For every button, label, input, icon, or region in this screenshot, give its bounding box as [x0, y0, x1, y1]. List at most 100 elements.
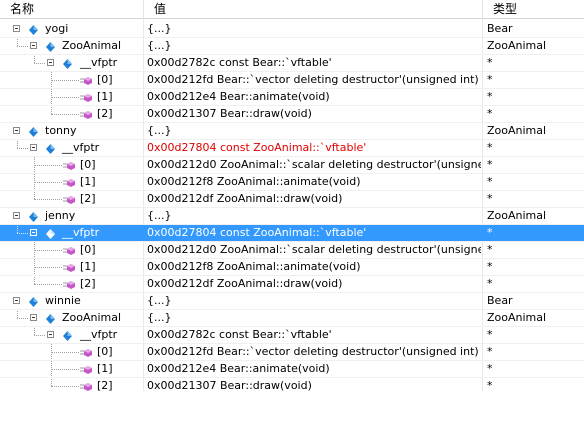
value-cell[interactable]: 0x00d212d0 ZooAnimal::`scalar deleting d…: [147, 157, 481, 173]
watch-row[interactable]: tonny {...} ZooAnimal: [0, 123, 584, 140]
object-diamond-icon: [29, 24, 38, 35]
header-divider[interactable]: [143, 0, 144, 19]
type-cell: ZooAnimal: [487, 209, 547, 222]
watch-row[interactable]: [2] 0x00d212df ZooAnimal::draw(void) *: [0, 191, 584, 208]
collapse-minus-icon[interactable]: [47, 59, 54, 66]
header-value[interactable]: 值: [144, 0, 483, 18]
variable-name: __vfptr: [80, 56, 118, 69]
variable-name: [0]: [97, 73, 113, 86]
watch-row[interactable]: [0] 0x00d212d0 ZooAnimal::`scalar deleti…: [0, 242, 584, 259]
name-cell: ZooAnimal: [0, 38, 143, 54]
value-cell[interactable]: 0x00d212fd Bear::`vector deleting destru…: [147, 344, 481, 360]
watch-row[interactable]: __vfptr 0x00d2782c const Bear::`vftable'…: [0, 55, 584, 72]
type-cell: *: [487, 345, 493, 358]
watch-row[interactable]: ZooAnimal {...} ZooAnimal: [0, 310, 584, 327]
type-cell: *: [487, 73, 493, 86]
watch-row[interactable]: [2] 0x00d21307 Bear::draw(void) *: [0, 106, 584, 123]
name-cell: ZooAnimal: [0, 310, 143, 326]
collapse-minus-icon[interactable]: [30, 314, 37, 321]
value-cell[interactable]: 0x00d212df ZooAnimal::draw(void): [147, 191, 481, 207]
watch-row[interactable]: [1] 0x00d212e4 Bear::animate(void) *: [0, 361, 584, 378]
watch-row[interactable]: [1] 0x00d212e4 Bear::animate(void) *: [0, 89, 584, 106]
variable-name: [1]: [97, 362, 113, 375]
variable-name: ZooAnimal: [62, 311, 122, 324]
watch-row[interactable]: __vfptr 0x00d27804 const ZooAnimal::`vft…: [0, 140, 584, 157]
collapse-minus-icon[interactable]: [13, 297, 20, 304]
value-cell[interactable]: {...}: [147, 310, 481, 326]
value-cell[interactable]: 0x00d212f8 ZooAnimal::animate(void): [147, 259, 481, 275]
column-header: 名称 值 类型: [0, 0, 584, 19]
object-diamond-icon: [29, 296, 38, 307]
type-cell: ZooAnimal: [487, 39, 547, 52]
collapse-minus-icon[interactable]: [13, 212, 20, 219]
collapse-minus-icon[interactable]: [13, 127, 20, 134]
watch-row[interactable]: yogi {...} Bear: [0, 21, 584, 38]
watch-row[interactable]: __vfptr 0x00d2782c const Bear::`vftable'…: [0, 327, 584, 344]
name-cell: tonny: [0, 123, 143, 139]
value-cell[interactable]: 0x00d21307 Bear::draw(void): [147, 106, 481, 122]
value-cell[interactable]: 0x00d2782c const Bear::`vftable': [147, 55, 481, 71]
variable-name: [0]: [97, 345, 113, 358]
method-cube-icon: [80, 364, 92, 374]
watch-row[interactable]: [0] 0x00d212d0 ZooAnimal::`scalar deleti…: [0, 157, 584, 174]
watch-row[interactable]: [1] 0x00d212f8 ZooAnimal::animate(void) …: [0, 259, 584, 276]
value-cell[interactable]: 0x00d212e4 Bear::animate(void): [147, 361, 481, 377]
variable-name: jenny: [45, 209, 76, 222]
variable-name: [1]: [97, 90, 113, 103]
value-cell[interactable]: {...}: [147, 123, 481, 139]
object-diamond-icon: [46, 313, 55, 324]
collapse-minus-icon[interactable]: [30, 144, 37, 151]
watch-row[interactable]: ZooAnimal {...} ZooAnimal: [0, 38, 584, 55]
value-cell[interactable]: 0x00d2782c const Bear::`vftable': [147, 327, 481, 343]
method-cube-icon: [63, 245, 75, 255]
object-diamond-icon: [29, 211, 38, 222]
header-name[interactable]: 名称: [0, 0, 143, 18]
value-cell[interactable]: {...}: [147, 208, 481, 224]
watch-rows: yogi {...} Bear ZooAnimal {...} ZooAnima…: [0, 21, 584, 395]
header-type[interactable]: 类型: [483, 0, 584, 18]
watch-row[interactable]: winnie {...} Bear: [0, 293, 584, 310]
type-cell: *: [487, 56, 493, 69]
value-cell[interactable]: {...}: [147, 21, 481, 37]
name-cell: __vfptr: [0, 327, 143, 343]
variable-name: __vfptr: [62, 141, 100, 154]
object-diamond-icon: [46, 41, 55, 52]
watch-row[interactable]: [2] 0x00d212df ZooAnimal::draw(void) *: [0, 276, 584, 293]
value-cell[interactable]: 0x00d212df ZooAnimal::draw(void): [147, 276, 481, 292]
watch-row[interactable]: [1] 0x00d212f8 ZooAnimal::animate(void) …: [0, 174, 584, 191]
variable-name: [1]: [80, 175, 96, 188]
method-cube-icon: [80, 92, 92, 102]
value-cell[interactable]: 0x00d212fd Bear::`vector deleting destru…: [147, 72, 481, 88]
name-cell: [1]: [0, 361, 143, 377]
header-divider[interactable]: [482, 0, 483, 19]
watch-row[interactable]: [0] 0x00d212fd Bear::`vector deleting de…: [0, 72, 584, 89]
collapse-minus-icon[interactable]: [47, 331, 54, 338]
type-cell: *: [487, 362, 493, 375]
value-cell[interactable]: {...}: [147, 293, 481, 309]
watch-row[interactable]: [0] 0x00d212fd Bear::`vector deleting de…: [0, 344, 584, 361]
name-cell: __vfptr: [0, 55, 143, 71]
method-cube-icon: [63, 194, 75, 204]
name-cell: [2]: [0, 191, 143, 207]
value-cell[interactable]: 0x00d27804 const ZooAnimal::`vftable': [147, 225, 481, 241]
variable-name: ZooAnimal: [62, 39, 122, 52]
variable-name: [0]: [80, 243, 96, 256]
value-cell[interactable]: 0x00d212d0 ZooAnimal::`scalar deleting d…: [147, 242, 481, 258]
value-cell-changed[interactable]: 0x00d27804 const ZooAnimal::`vftable': [147, 140, 481, 156]
watch-row-selected[interactable]: __vfptr 0x00d27804 const ZooAnimal::`vft…: [0, 225, 584, 242]
type-cell: *: [487, 175, 493, 188]
collapse-minus-icon[interactable]: [30, 42, 37, 49]
type-cell: Bear: [487, 22, 513, 35]
type-cell: ZooAnimal: [487, 124, 547, 137]
method-cube-icon: [80, 75, 92, 85]
object-diamond-icon: [46, 228, 55, 239]
object-diamond-icon: [63, 330, 72, 341]
watch-row[interactable]: jenny {...} ZooAnimal: [0, 208, 584, 225]
value-cell[interactable]: 0x00d212e4 Bear::animate(void): [147, 89, 481, 105]
type-cell: ZooAnimal: [487, 311, 547, 324]
collapse-minus-icon[interactable]: [30, 229, 37, 236]
value-cell[interactable]: {...}: [147, 38, 481, 54]
value-cell[interactable]: 0x00d212f8 ZooAnimal::animate(void): [147, 174, 481, 190]
collapse-minus-icon[interactable]: [13, 25, 20, 32]
type-cell: *: [487, 192, 493, 205]
